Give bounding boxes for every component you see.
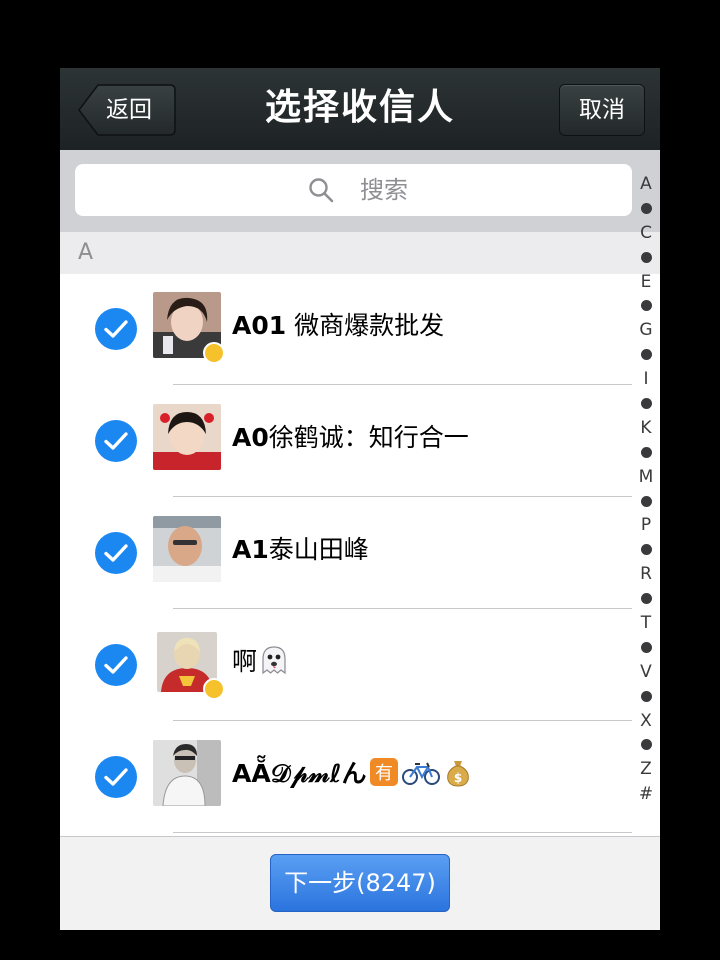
index-letter-v[interactable]: V (632, 660, 660, 684)
index-letter-x[interactable]: X (632, 709, 660, 733)
you-sign-emoji-icon: 有 (369, 757, 399, 787)
index-dot[interactable] (632, 587, 660, 611)
index-dot[interactable] (632, 343, 660, 367)
ghost-emoji-icon (259, 645, 289, 675)
contact-row[interactable]: A1泰山田峰 (60, 498, 660, 610)
back-button[interactable]: 返回 (78, 84, 176, 136)
index-letter-p[interactable]: P (632, 513, 660, 537)
cancel-button[interactable]: 取消 (559, 84, 645, 136)
contact-name: AẴ𝒟𝓅𝓂ℓん有 $ (232, 754, 473, 794)
index-dot[interactable] (632, 635, 660, 659)
search-bar-area: 搜索 (60, 150, 660, 232)
svg-text:有: 有 (375, 763, 393, 784)
row-separator (173, 832, 632, 833)
avatar (153, 404, 221, 470)
row-separator (173, 608, 632, 609)
alphabet-index-bar[interactable]: A C E G I K M P R T V X Z # (632, 172, 660, 806)
contact-name: 啊 (232, 642, 289, 682)
index-letter-t[interactable]: T (632, 611, 660, 635)
crown-badge-icon (203, 678, 225, 700)
contact-row[interactable]: A0徐鹤诚：知行合一 (60, 386, 660, 498)
checkmark-icon (104, 656, 128, 674)
index-letter-hash[interactable]: # (632, 782, 660, 806)
contact-name: A1泰山田峰 (232, 535, 369, 564)
index-letter-e[interactable]: E (632, 270, 660, 294)
checkmark-icon (104, 432, 128, 450)
contact-name: A01 微商爆款批发 (232, 311, 445, 340)
index-dot[interactable] (632, 489, 660, 513)
bicycle-emoji-icon (401, 757, 441, 787)
index-letter-k[interactable]: K (632, 416, 660, 440)
index-dot[interactable] (632, 733, 660, 757)
section-header: A (60, 232, 660, 274)
crown-badge-icon (203, 342, 225, 364)
money-bag-emoji-icon: $ (443, 757, 473, 787)
index-letter-m[interactable]: M (632, 465, 660, 489)
index-dot[interactable] (632, 245, 660, 269)
contact-row[interactable]: AẴ𝒟𝓅𝓂ℓん有 $ (60, 722, 660, 834)
index-dot[interactable] (632, 440, 660, 464)
search-icon (308, 177, 334, 203)
index-letter-c[interactable]: C (632, 221, 660, 245)
row-separator (173, 384, 632, 385)
index-letter-r[interactable]: R (632, 562, 660, 586)
row-separator (173, 496, 632, 497)
index-letter-a[interactable]: A (632, 172, 660, 196)
checked-checkbox[interactable] (95, 308, 137, 350)
section-letter: A (78, 240, 94, 265)
checkmark-icon (104, 320, 128, 338)
search-placeholder: 搜索 (360, 176, 408, 204)
index-dot[interactable] (632, 538, 660, 562)
app-screen: 返回 选择收信人 取消 搜索 A A01 微商爆款批发 A0徐鹤诚：知行合一 A… (60, 68, 660, 930)
index-dot[interactable] (632, 294, 660, 318)
back-button-label: 返回 (106, 97, 152, 123)
avatar (153, 740, 221, 806)
row-separator (173, 720, 632, 721)
index-letter-i[interactable]: I (632, 367, 660, 391)
checked-checkbox[interactable] (95, 532, 137, 574)
index-letter-z[interactable]: Z (632, 757, 660, 781)
checkmark-icon (104, 768, 128, 786)
next-step-button[interactable]: 下一步(8247) (270, 854, 450, 912)
checked-checkbox[interactable] (95, 644, 137, 686)
index-letter-g[interactable]: G (632, 318, 660, 342)
navigation-bar: 返回 选择收信人 取消 (60, 68, 660, 151)
index-dot[interactable] (632, 684, 660, 708)
checked-checkbox[interactable] (95, 420, 137, 462)
search-input[interactable]: 搜索 (75, 164, 632, 216)
contact-name: A0徐鹤诚：知行合一 (232, 423, 469, 452)
bottom-toolbar: 下一步(8247) (60, 836, 660, 930)
page-title: 选择收信人 (264, 87, 455, 128)
avatar (153, 516, 221, 582)
contact-row[interactable]: 啊 (60, 610, 660, 722)
index-dot[interactable] (632, 392, 660, 416)
index-dot[interactable] (632, 196, 660, 220)
svg-text:$: $ (453, 771, 461, 785)
contact-row[interactable]: A01 微商爆款批发 (60, 274, 660, 386)
checked-checkbox[interactable] (95, 756, 137, 798)
checkmark-icon (104, 544, 128, 562)
